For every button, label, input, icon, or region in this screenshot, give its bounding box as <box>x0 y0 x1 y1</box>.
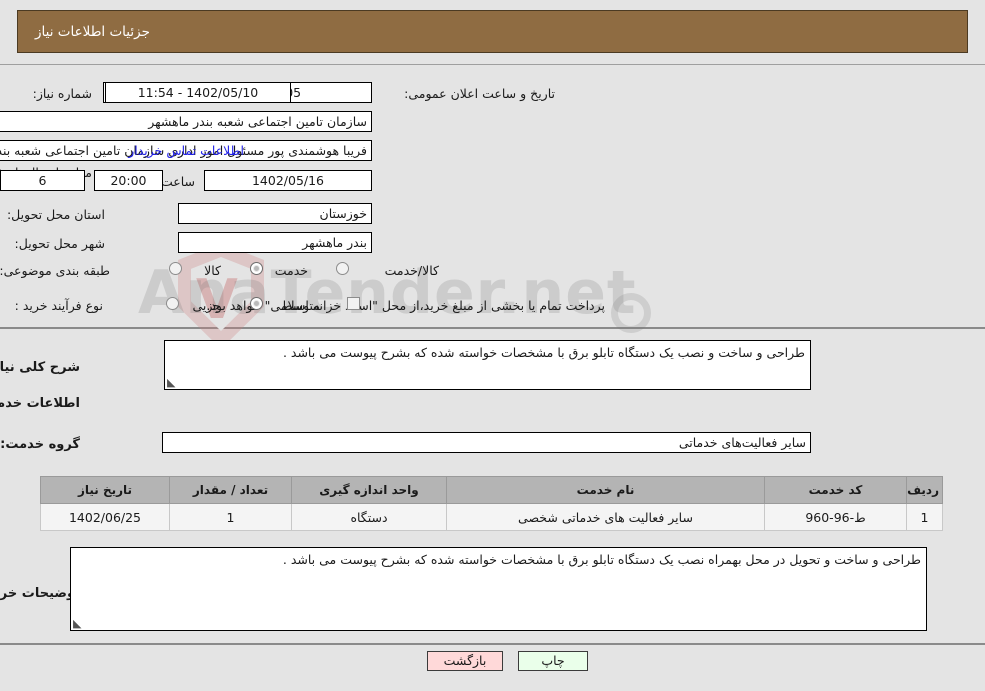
category-label: طبقه بندی موضوعی: <box>0 263 110 278</box>
buyer-notes-value: طراحی و ساخت و تحویل در محل بهمراه نصب ی… <box>282 552 921 567</box>
province-label: استان محل تحویل: <box>6 207 105 222</box>
table-row: 1 ط-96-960 سایر فعالیت های خدماتی شخصی د… <box>40 503 943 531</box>
cell-date: 1402/06/25 <box>40 503 170 531</box>
province-value: خوزستان <box>178 203 372 224</box>
announce-datetime-value: 1402/05/10 - 11:54 <box>105 82 291 103</box>
general-desc-textarea[interactable]: طراحی و ساخت و نصب یک دستگاه تابلو برق ب… <box>164 340 811 390</box>
category-radio-kala[interactable] <box>169 262 182 275</box>
treasury-note-label: پرداخت تمام یا بخشی از مبلغ خرید،از محل … <box>206 298 605 313</box>
col-header-qty: تعداد / مقدار <box>169 476 292 504</box>
category-radio-kala-khedmat[interactable] <box>336 262 349 275</box>
general-desc-label: شرح کلی نیاز: <box>0 360 80 375</box>
col-header-date: تاریخ نیاز <box>40 476 170 504</box>
col-header-row: ردیف <box>906 476 943 504</box>
cell-qty: 1 <box>169 503 292 531</box>
col-header-code: کد خدمت <box>764 476 907 504</box>
services-table: ردیف کد خدمت نام خدمت واحد اندازه گیری ت… <box>40 476 943 531</box>
deadline-hour-label: ساعت <box>160 174 195 189</box>
treasury-checkbox[interactable] <box>347 297 360 310</box>
process-label: نوع فرآیند خرید : <box>14 298 103 313</box>
city-value: بندر ماهشهر <box>178 232 372 253</box>
category-radio-khedmat[interactable] <box>250 262 263 275</box>
resize-grip-icon-notes[interactable]: ◢ <box>73 617 83 630</box>
cell-unit: دستگاه <box>291 503 447 531</box>
cell-row: 1 <box>906 503 943 531</box>
buyer-contact-link[interactable]: اطلاعات تماس خریدار <box>128 143 244 159</box>
buyer-org-value: سازمان تامین اجتماعی شعبه بندر ماهشهر <box>0 111 372 132</box>
service-group-value: سایر فعالیت‌های خدماتی <box>162 432 811 453</box>
process-radio-jozei[interactable] <box>166 297 179 310</box>
need-number-label: شماره نیاز: <box>32 86 92 101</box>
general-desc-value: طراحی و ساخت و نصب یک دستگاه تابلو برق ب… <box>282 345 805 360</box>
cell-name: سایر فعالیت های خدماتی شخصی <box>446 503 765 531</box>
table-header-row: ردیف کد خدمت نام خدمت واحد اندازه گیری ت… <box>40 476 943 504</box>
col-header-name: نام خدمت <box>446 476 765 504</box>
page-title: جزئیات اطلاعات نیاز <box>35 23 150 40</box>
services-section-title: اطلاعات خدمات مورد نیاز <box>0 396 80 411</box>
resize-grip-icon[interactable]: ◢ <box>167 376 177 389</box>
need-info-panel <box>0 64 985 329</box>
print-button[interactable]: چاپ <box>518 651 588 671</box>
category-option-khedmat-label: خدمت <box>274 263 308 278</box>
category-option-kala-khedmat-label: کالا/خدمت <box>384 263 439 278</box>
remaining-days-value: 6 <box>0 170 85 191</box>
category-option-kala-label: کالا <box>204 263 221 278</box>
deadline-date-value: 1402/05/16 <box>204 170 372 191</box>
page-root: V AnaTender.net جزئیات اطلاعات نیاز شمار… <box>0 0 985 691</box>
cell-code: ط-96-960 <box>764 503 907 531</box>
page-title-bar: جزئیات اطلاعات نیاز <box>17 10 968 53</box>
buyer-notes-label: توضیحات خریدار: <box>0 586 80 601</box>
city-label: شهر محل تحویل: <box>14 236 105 251</box>
back-button[interactable]: بازگشت <box>427 651 503 671</box>
process-radio-motevaset[interactable] <box>250 297 263 310</box>
col-header-unit: واحد اندازه گیری <box>291 476 447 504</box>
buyer-notes-textarea[interactable]: طراحی و ساخت و تحویل در محل بهمراه نصب ی… <box>70 547 927 631</box>
service-group-label: گروه خدمت: <box>0 437 80 452</box>
deadline-time-value: 20:00 <box>94 170 163 191</box>
announce-datetime-label: تاریخ و ساعت اعلان عمومی: <box>404 86 555 101</box>
